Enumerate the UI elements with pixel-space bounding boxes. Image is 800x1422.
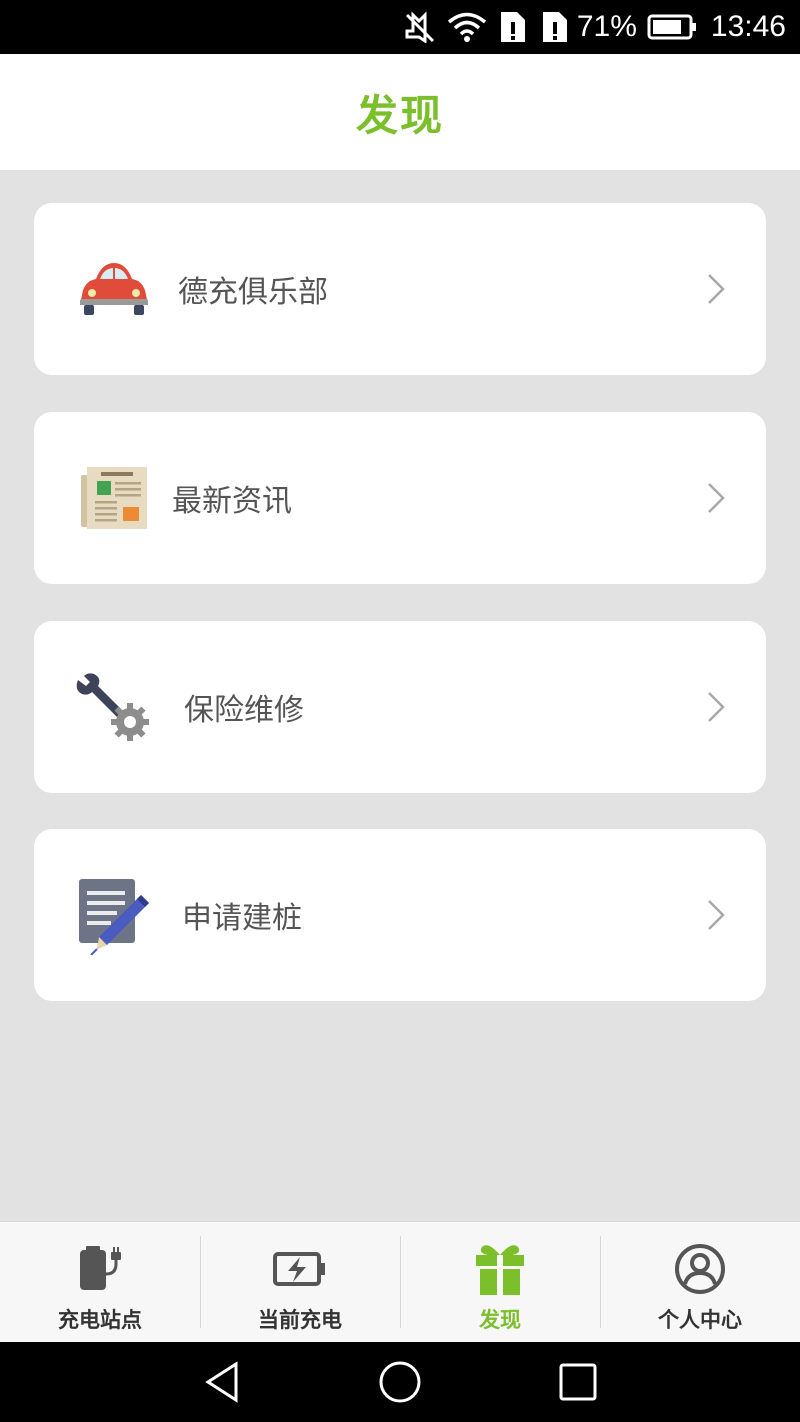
battery-icon [647,13,699,41]
wifi-icon [447,11,487,43]
tab-profile[interactable]: 个人中心 [600,1222,800,1343]
home-icon[interactable] [311,1342,489,1422]
menu-item-label: 最新资讯 [172,484,292,519]
sim2-icon [539,10,571,44]
recents-icon[interactable] [489,1342,667,1422]
chevron-right-icon [708,274,725,304]
battery-percent: 71% [576,10,637,43]
menu-item-insurance-repair[interactable]: 保险维修 [34,621,766,793]
page-header: 发现 [0,54,800,170]
wrench-gear-icon [72,665,156,749]
system-nav-bar [0,1342,800,1422]
tab-label: 充电站点 [58,1308,142,1332]
status-bar: 71% 13:46 [0,0,800,54]
battery-charging-icon [272,1240,328,1298]
chevron-right-icon [708,692,725,722]
sim1-icon [497,10,529,44]
page-title: 发现 [355,90,444,140]
tab-label: 当前充电 [258,1308,342,1332]
menu-item-label: 申请建桩 [182,901,302,936]
document-pen-icon [72,873,156,957]
car-icon [72,247,156,331]
tab-label: 发现 [479,1308,521,1332]
tab-current-charging[interactable]: 当前充电 [200,1222,400,1343]
menu-item-label: 保险维修 [184,693,304,728]
chevron-right-icon [708,900,725,930]
menu-item-label: 德充俱乐部 [178,275,328,310]
menu-item-news[interactable]: 最新资讯 [34,412,766,584]
chevron-right-icon [708,483,725,513]
tab-discover[interactable]: 发现 [400,1222,600,1343]
tab-label: 个人中心 [658,1308,742,1332]
user-icon [674,1240,726,1298]
back-icon[interactable] [133,1342,311,1422]
mute-icon [403,11,437,43]
clock: 13:46 [710,10,786,43]
charging-station-icon [76,1240,124,1298]
newspaper-icon [72,456,156,540]
gift-icon [474,1240,526,1298]
bottom-nav: 充电站点 当前充电 发现 个人中心 [0,1221,800,1343]
menu-item-club[interactable]: 德充俱乐部 [34,203,766,375]
tab-charging-stations[interactable]: 充电站点 [0,1222,200,1343]
menu-item-apply-pile[interactable]: 申请建桩 [34,829,766,1001]
